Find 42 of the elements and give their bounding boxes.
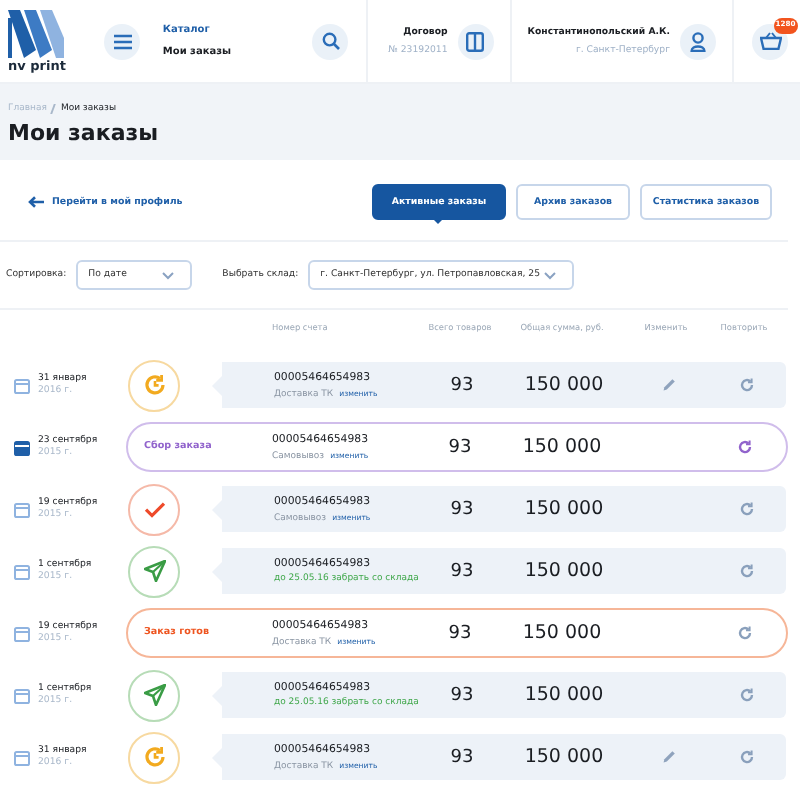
order-total: 150 000 xyxy=(520,622,604,644)
paper-plane-icon xyxy=(128,669,180,721)
breadcrumb-separator-icon xyxy=(51,104,57,114)
repeat-icon[interactable] xyxy=(737,440,751,454)
pencil-icon[interactable] xyxy=(661,378,675,392)
check-icon xyxy=(128,483,180,535)
repeat-icon[interactable] xyxy=(739,502,753,516)
repeat-icon[interactable] xyxy=(739,564,753,578)
user-icon xyxy=(690,31,706,51)
arrow-left-icon xyxy=(28,196,44,208)
order-total: 150 000 xyxy=(522,684,606,706)
repeat-icon[interactable] xyxy=(739,688,753,702)
book-icon xyxy=(466,31,485,51)
cart-button[interactable] xyxy=(752,23,788,59)
chevron-down-icon xyxy=(162,271,175,279)
item-count: 93 xyxy=(448,747,476,767)
search-button[interactable] xyxy=(312,23,349,59)
item-count: 93 xyxy=(448,685,476,705)
item-count: 93 xyxy=(446,623,474,643)
item-count: 93 xyxy=(448,375,476,395)
menu-button[interactable] xyxy=(104,23,141,59)
search-icon xyxy=(321,32,340,50)
user-button[interactable] xyxy=(680,23,716,59)
item-count: 93 xyxy=(448,499,476,519)
order-total: 150 000 xyxy=(522,746,606,768)
order-total: 150 000 xyxy=(522,498,606,520)
pencil-icon[interactable] xyxy=(661,750,675,764)
menu-icon xyxy=(113,33,132,49)
item-count: 93 xyxy=(446,437,474,457)
logo-mark-icon xyxy=(8,9,64,58)
page-title: Мои заказы xyxy=(8,122,161,144)
item-count: 93 xyxy=(448,561,476,581)
repeat-icon[interactable] xyxy=(739,750,753,764)
order-total: 150 000 xyxy=(520,436,604,458)
paper-plane-icon xyxy=(128,545,180,597)
chevron-down-icon xyxy=(544,271,557,279)
order-total: 150 000 xyxy=(522,560,606,582)
repeat-icon[interactable] xyxy=(737,626,751,640)
repeat-icon[interactable] xyxy=(739,378,753,392)
order-total: 150 000 xyxy=(522,374,606,396)
book-button[interactable] xyxy=(457,23,494,59)
basket-icon xyxy=(759,32,781,50)
